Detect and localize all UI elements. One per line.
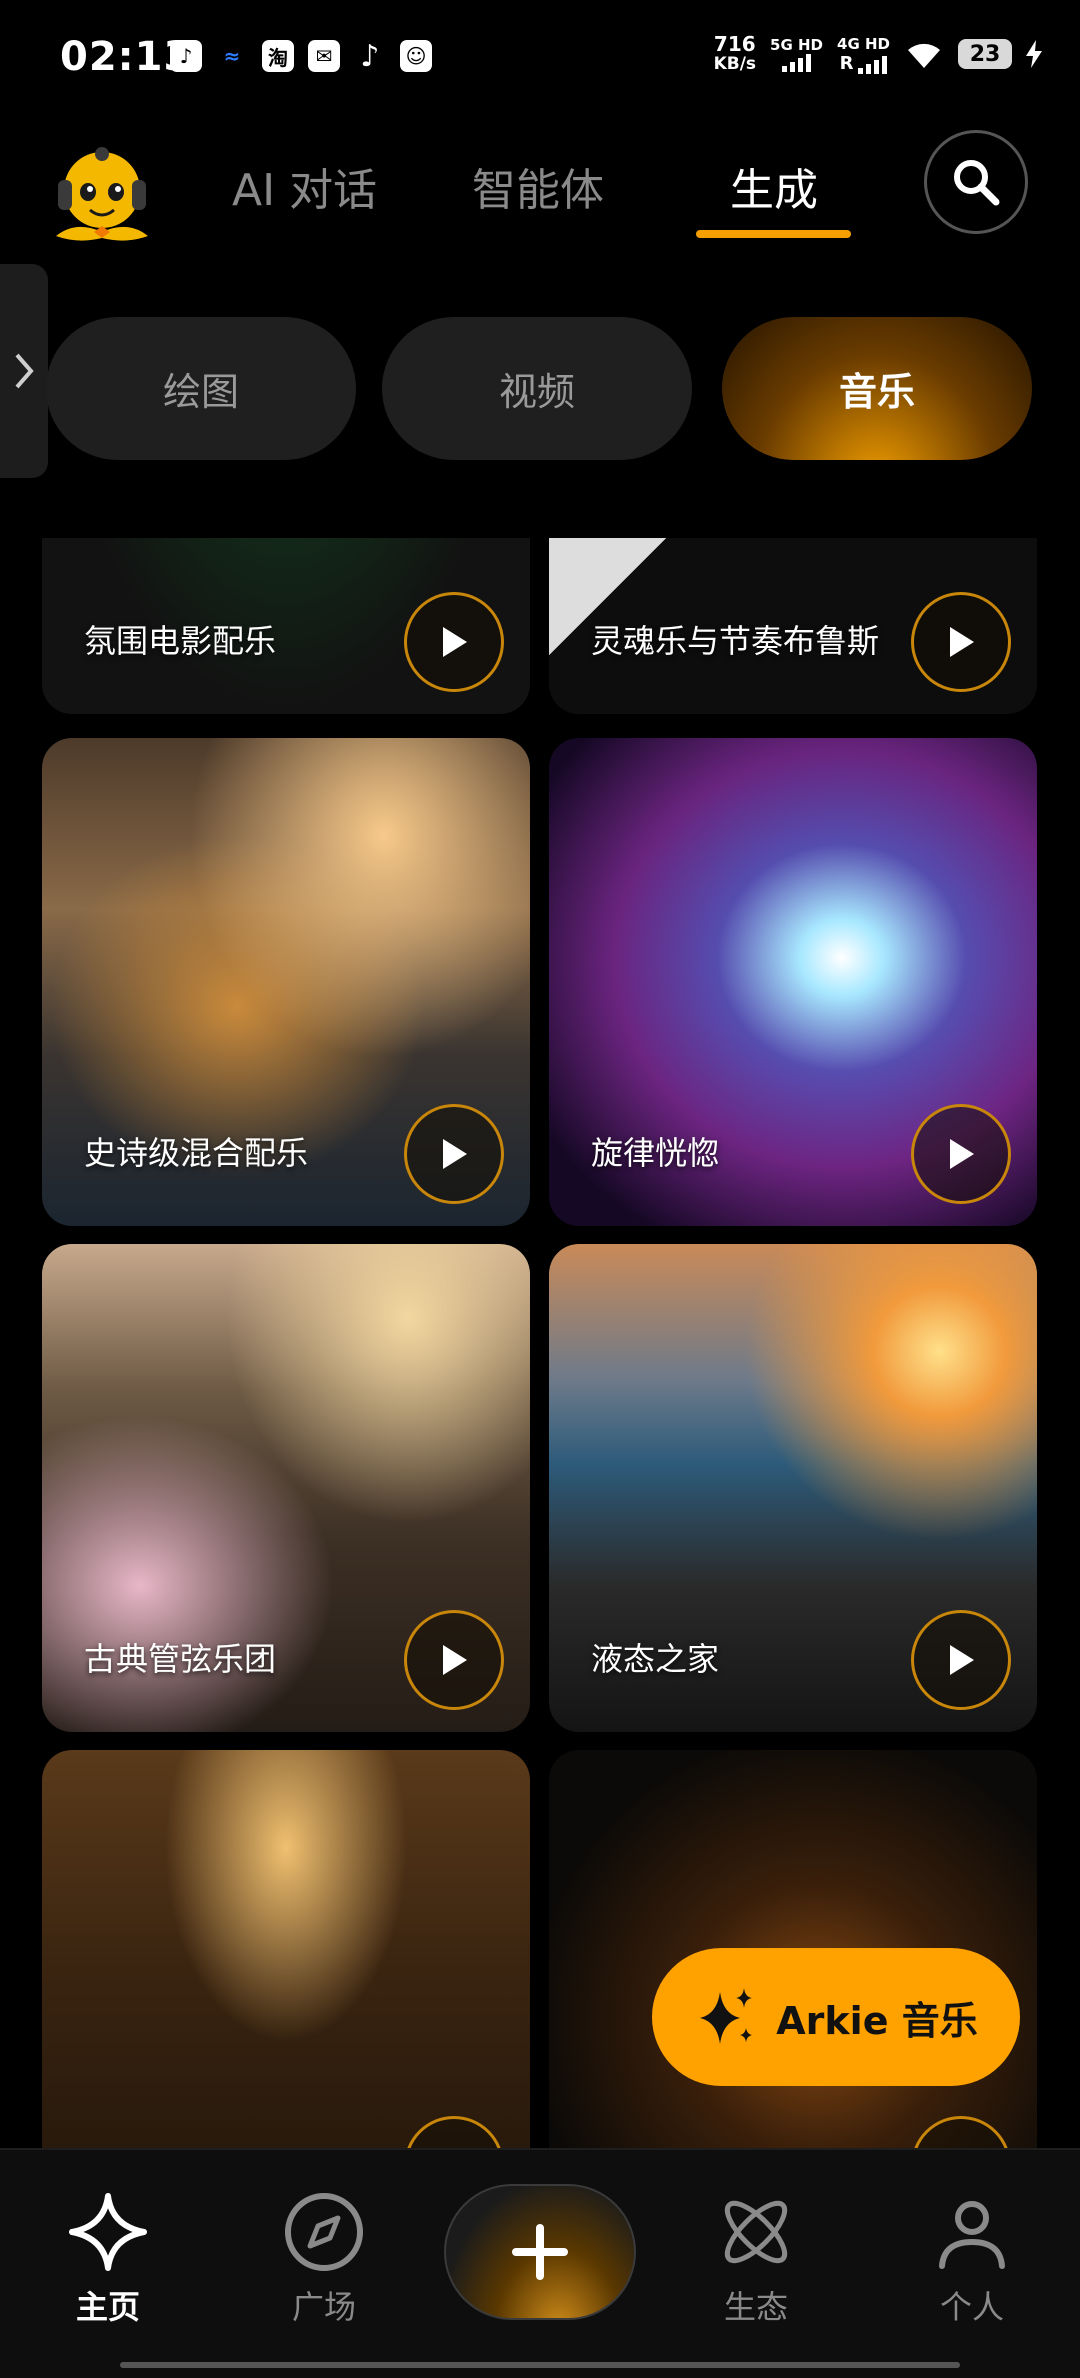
card-title: 氛围电影配乐 — [84, 622, 277, 660]
music-style-grid: 氛围电影配乐 灵魂乐与节奏布鲁斯 史诗级混合配乐 旋律恍惚 古典管弦乐团 液态之… — [0, 538, 1080, 2150]
nav-plaza[interactable]: 广场 — [264, 2190, 384, 2328]
plus-icon — [512, 2224, 568, 2280]
music-card[interactable]: 旋律恍惚 — [549, 738, 1037, 1226]
signal-sim2: 4G HD R — [837, 34, 890, 74]
nav-profile-label: 个人 — [939, 2288, 1004, 2326]
play-icon — [443, 627, 467, 657]
gesture-bar — [120, 2362, 960, 2368]
app-logo[interactable] — [46, 140, 158, 250]
music-card[interactable]: 古典管弦乐团 — [42, 1244, 530, 1732]
blue-app-icon: ≈ — [223, 44, 241, 68]
arkie-music-button[interactable]: Arkie 音乐 — [652, 1948, 1020, 2086]
music-card[interactable]: 史诗级混合配乐 — [42, 738, 530, 1226]
play-button[interactable] — [404, 2116, 504, 2150]
music-card[interactable]: 氛围电影配乐 — [42, 538, 530, 714]
taobao-icon: 淘 — [262, 40, 294, 72]
battery-icon: 23 — [958, 39, 1012, 69]
avatar-app-icon: ☺ — [400, 40, 432, 72]
create-button[interactable] — [444, 2184, 636, 2320]
play-button[interactable] — [404, 1104, 504, 1204]
tab-drawing[interactable]: 绘图 — [46, 317, 356, 460]
wifi-icon — [908, 43, 940, 68]
play-button[interactable] — [911, 592, 1011, 692]
play-button[interactable] — [404, 592, 504, 692]
play-icon — [950, 1645, 974, 1675]
arkie-music-label: Arkie 音乐 — [776, 1998, 978, 2043]
tab-video[interactable]: 视频 — [382, 317, 692, 460]
card-title: 旋律恍惚 — [591, 1134, 720, 1172]
card-title: 古典管弦乐团 — [84, 1640, 277, 1678]
play-button[interactable] — [911, 2116, 1011, 2150]
top-nav: AI 对话 智能体 生成 — [0, 130, 1080, 241]
active-tab-indicator — [696, 230, 851, 238]
tiktok-icon: ♪ — [360, 38, 380, 74]
status-bar: 02:13 ♪ ≈ 淘 ✉ ♪ ☺ 716 KB/s 5G HD 4G HD R… — [0, 0, 1080, 115]
signal-sim1: 5G HD — [770, 36, 823, 72]
douyin-icon: ♪ — [170, 40, 202, 72]
search-button[interactable] — [924, 130, 1028, 234]
music-card[interactable] — [42, 1750, 530, 2150]
nav-profile[interactable]: 个人 — [912, 2190, 1032, 2328]
side-drawer-handle[interactable] — [0, 264, 48, 478]
music-card[interactable]: 液态之家 — [549, 1244, 1037, 1732]
generate-category-tabs: 绘图 视频 音乐 — [46, 317, 1036, 460]
tab-agents[interactable]: 智能体 — [472, 154, 604, 218]
tab-music[interactable]: 音乐 — [722, 317, 1032, 460]
card-title: 液态之家 — [591, 1640, 720, 1678]
play-icon — [950, 1139, 974, 1169]
home-star-icon — [69, 2193, 147, 2271]
play-icon — [950, 627, 974, 657]
nav-ecosystem[interactable]: 生态 — [696, 2190, 816, 2328]
music-card[interactable]: 灵魂乐与节奏布鲁斯 — [549, 538, 1037, 714]
nav-home[interactable]: 主页 — [48, 2190, 168, 2328]
signal-bars-icon — [782, 54, 812, 72]
search-icon — [954, 160, 1000, 206]
play-icon — [443, 1645, 467, 1675]
signal-bars-icon — [858, 55, 888, 74]
status-app-icons: ♪ ≈ 淘 ✉ ♪ ☺ — [170, 38, 432, 74]
chevron-right-icon — [15, 353, 34, 389]
tab-ai-chat[interactable]: AI 对话 — [232, 154, 377, 218]
nav-plaza-label: 广场 — [291, 2288, 356, 2326]
card-title: 史诗级混合配乐 — [84, 1134, 309, 1172]
play-button[interactable] — [404, 1610, 504, 1710]
bottom-nav: 主页 广场 生态 个人 — [0, 2148, 1080, 2378]
tab-generate[interactable]: 生成 — [730, 154, 818, 218]
card-title: 灵魂乐与节奏布鲁斯 — [591, 622, 880, 660]
nav-home-label: 主页 — [75, 2288, 140, 2326]
message-icon: ✉ — [308, 40, 340, 72]
play-button[interactable] — [911, 1610, 1011, 1710]
play-icon — [443, 1139, 467, 1169]
play-button[interactable] — [911, 1104, 1011, 1204]
charging-icon — [1026, 40, 1042, 68]
person-icon — [939, 2201, 1005, 2269]
atom-icon — [724, 2200, 788, 2264]
network-speed: 716 KB/s — [713, 32, 757, 74]
sparkle-icon — [700, 1988, 753, 2044]
compass-icon — [285, 2193, 363, 2271]
nav-ecosystem-label: 生态 — [723, 2288, 788, 2326]
